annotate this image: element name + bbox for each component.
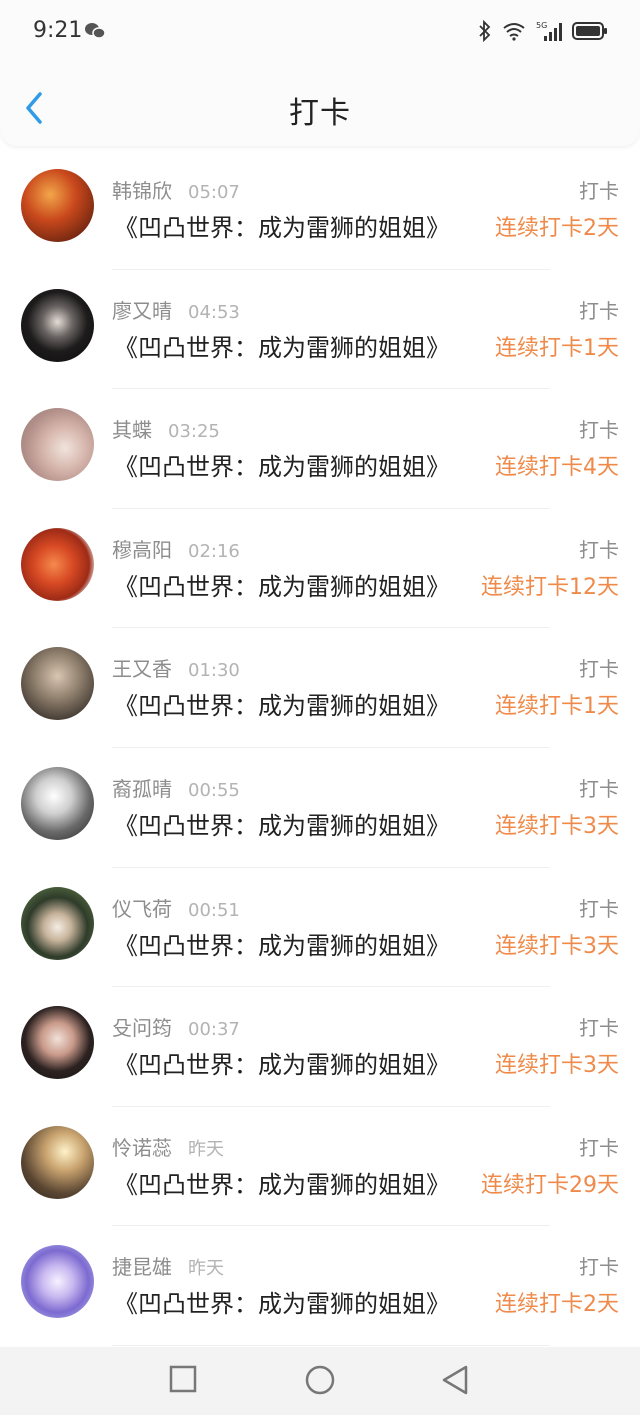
book-title[interactable]: 《凹凸世界：成为雷狮的姐姐》 [114,686,450,721]
user-name-text: 捷昆雄 [112,1255,172,1280]
avatar[interactable] [21,408,94,482]
list-item[interactable]: 韩锦欣 05:07 《凹凸世界：成为雷狮的姐姐》 打卡连续打卡2天 [0,150,640,270]
list-item[interactable]: 怜诺蕊 昨天《凹凸世界：成为雷狮的姐姐》 打卡连续打卡29天 [0,1107,640,1227]
checkin-label: 打卡 [579,1016,619,1041]
streak-badge: 连续打卡3天 [495,1053,619,1079]
checkin-time: 00:51 [188,899,240,921]
user-name: 仪飞荷 00:51 [112,893,240,922]
streak-badge: 连续打卡2天 [495,216,619,241]
checkin-label: 打卡 [579,657,619,682]
streak-badge: 连续打卡3天 [495,933,619,959]
back-button[interactable] [440,1365,470,1399]
recent-apps-button[interactable] [169,1365,197,1397]
user-name-text: 其蝶 [112,418,152,443]
user-name-text: 仪飞荷 [112,896,172,921]
checkin-list: 韩锦欣 05:07 《凹凸世界：成为雷狮的姐姐》 打卡 连续打卡2天 廖又晴 04:53 《凹… [0,150,640,1346]
book-title[interactable]: 《凹凸世界：成为雷狮的姐姐》 [114,926,450,961]
avatar[interactable] [21,169,94,242]
streak-badge: 连续打卡1天 [495,694,619,720]
checkin-label: 打卡 [579,1135,619,1160]
streak-badge: 连续打卡3天 [495,813,619,839]
checkin-time: 03:25 [168,421,220,443]
checkin-time: 昨天 [188,1138,224,1160]
bluetooth-icon [478,19,492,46]
list-item[interactable]: 王又香 01:30 《凹凸世界：成为雷狮的姐姐》 打卡连续打卡1天 [0,628,640,748]
avatar[interactable] [21,766,94,840]
checkin-time: 00:55 [188,779,240,801]
user-name: 裔孤晴 00:55 [112,773,240,802]
page-title: 打卡 [289,96,351,131]
user-name-text: 王又香 [112,657,172,682]
user-name-text: 穆高阳 [112,537,172,562]
checkin-label: 打卡 [579,896,619,921]
user-name-text: 怜诺蕊 [112,1135,172,1160]
avatar[interactable] [21,288,94,362]
home-button[interactable] [304,1365,336,1401]
avatar[interactable] [21,1125,94,1199]
list-item[interactable]: 仪飞荷 00:51 《凹凸世界：成为雷狮的姐姐》 打卡连续打卡3天 [0,868,640,988]
user-name: 怜诺蕊 昨天 [112,1132,224,1161]
avatar[interactable] [21,1245,94,1319]
user-name: 捷昆雄 昨天 [112,1251,224,1280]
user-name: 廖又晴 04:53 [112,295,240,324]
streak-badge: 连续打卡1天 [495,335,619,361]
book-title[interactable]: 《凹凸世界：成为雷狮的姐姐》 [114,806,450,841]
checkin-label: 打卡 [579,537,619,562]
streak-badge: 连续打卡4天 [495,455,619,481]
user-name-text: 殳问筠 [112,1016,172,1041]
book-title[interactable]: 《凹凸世界：成为雷狮的姐姐》 [114,328,450,363]
list-item[interactable]: 裔孤晴 00:55 《凹凸世界：成为雷狮的姐姐》 打卡连续打卡3天 [0,748,640,868]
checkin-label: 打卡 [579,776,619,801]
status-bar: 9:21 5G [0,0,640,64]
streak-badge: 连续打卡29天 [481,1172,619,1198]
list-item[interactable]: 穆高阳 02:16 《凹凸世界：成为雷狮的姐姐》 打卡连续打卡12天 [0,509,640,629]
streak-badge: 连续打卡2天 [495,1292,619,1318]
streak-badge: 连续打卡12天 [481,574,619,600]
book-title[interactable]: 《凹凸世界：成为雷狮的姐姐》 [114,208,450,243]
user-name: 殳问筠 00:37 [112,1012,240,1041]
app-header: 打卡 [0,64,640,146]
status-time: 9:21 [33,18,83,43]
book-title[interactable]: 《凹凸世界：成为雷狮的姐姐》 [114,1045,450,1080]
avatar[interactable] [21,1006,94,1080]
checkin-time: 04:53 [188,301,240,323]
user-name-text: 廖又晴 [112,298,172,323]
user-name-text: 裔孤晴 [112,776,172,801]
checkin-time: 昨天 [188,1258,224,1280]
user-name: 其蝶 03:25 [112,414,220,443]
checkin-label: 打卡 [579,1255,619,1280]
signal-5g-icon: 5G [536,20,562,46]
list-item[interactable]: 殳问筠 00:37 《凹凸世界：成为雷狮的姐姐》 打卡连续打卡3天 [0,987,640,1107]
list-item[interactable]: 其蝶 03:25 《凹凸世界：成为雷狮的姐姐》 打卡连续打卡4天 [0,389,640,509]
book-title[interactable]: 《凹凸世界：成为雷狮的姐姐》 [114,1284,450,1319]
svg-text:5G: 5G [536,21,547,30]
book-title[interactable]: 《凹凸世界：成为雷狮的姐姐》 [114,447,450,482]
user-name-text: 韩锦欣 [112,179,172,203]
avatar[interactable] [21,647,94,721]
checkin-time: 01:30 [188,660,240,682]
book-title[interactable]: 《凹凸世界：成为雷狮的姐姐》 [114,1165,450,1200]
user-name: 韩锦欣 05:07 [112,175,240,204]
list-item[interactable]: 捷昆雄 昨天《凹凸世界：成为雷狮的姐姐》 打卡连续打卡2天 [0,1226,640,1346]
book-title[interactable]: 《凹凸世界：成为雷狮的姐姐》 [114,567,450,602]
avatar[interactable] [21,886,94,960]
list-item[interactable]: 廖又晴 04:53 《凹凸世界：成为雷狮的姐姐》 打卡连续打卡1天 [0,270,640,390]
checkin-label: 打卡 [579,179,619,203]
checkin-label: 打卡 [579,418,619,443]
checkin-time: 05:07 [188,182,240,203]
user-name: 穆高阳 02:16 [112,534,240,563]
system-nav-bar [0,1347,640,1415]
checkin-time: 02:16 [188,540,240,562]
checkin-label: 打卡 [579,298,619,323]
avatar[interactable] [21,527,94,601]
wechat-icon [84,22,106,44]
checkin-time: 00:37 [188,1019,240,1041]
wifi-icon [502,21,526,45]
user-name: 王又香 01:30 [112,653,240,682]
battery-icon [572,21,608,45]
